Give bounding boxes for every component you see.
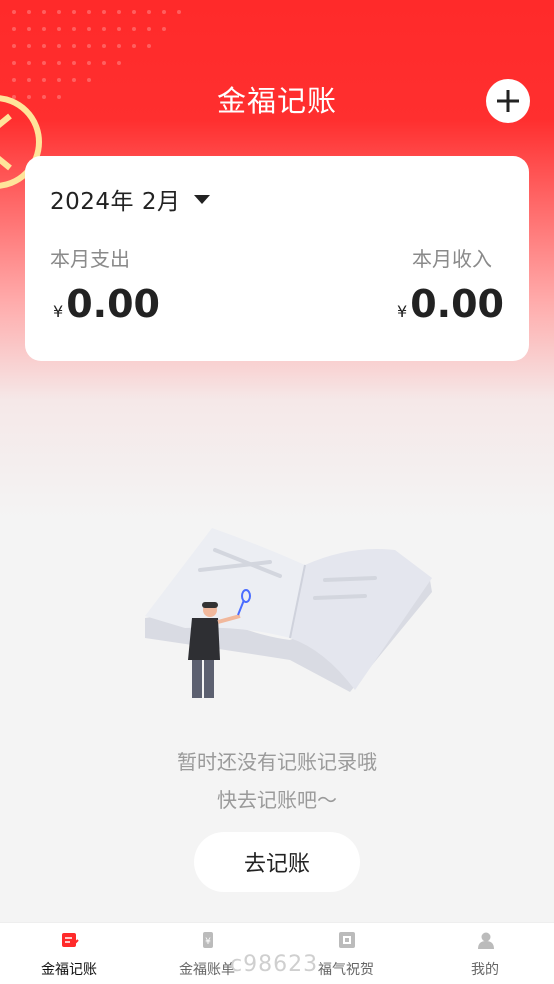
watermark: c98623 [230,952,319,977]
expense-amount: ¥ 0.00 [53,282,160,326]
empty-message-line1: 暂时还没有记账记录哦 [177,750,377,774]
tab-bookkeeping[interactable]: 金福记账 [0,923,138,984]
month-label: 2024年 2月 [50,189,181,215]
income-value: 0.00 [410,282,504,326]
expense-value: 0.00 [66,282,160,326]
add-button[interactable] [486,79,530,123]
caret-down-icon [194,194,211,204]
income-amount: ¥ 0.00 [397,282,504,326]
go-bookkeeping-button[interactable]: 去记账 [194,832,360,892]
tab-label: 我的 [471,962,499,978]
plus-icon [497,90,519,112]
currency-symbol: ¥ [53,302,64,321]
empty-message-line2: 快去记账吧～ [217,788,337,812]
summary-card: 2024年 2月 本月支出 本月收入 ¥ 0.00 ¥ 0.00 [25,156,529,361]
bookkeeping-icon [62,933,79,947]
currency-symbol: ¥ [397,302,408,321]
expense-label: 本月支出 [50,247,130,271]
tab-label: 金福记账 [41,962,97,978]
tab-profile[interactable]: 我的 [416,923,554,984]
page-title: 金福记账 [216,84,337,118]
empty-book-illustration [145,528,432,698]
income-label: 本月收入 [412,247,492,271]
profile-icon [478,932,494,949]
month-selector[interactable]: 2024年 2月 [50,182,211,216]
blessing-icon [339,932,355,948]
bill-icon: ¥ [203,932,213,948]
svg-text:¥: ¥ [205,937,211,947]
